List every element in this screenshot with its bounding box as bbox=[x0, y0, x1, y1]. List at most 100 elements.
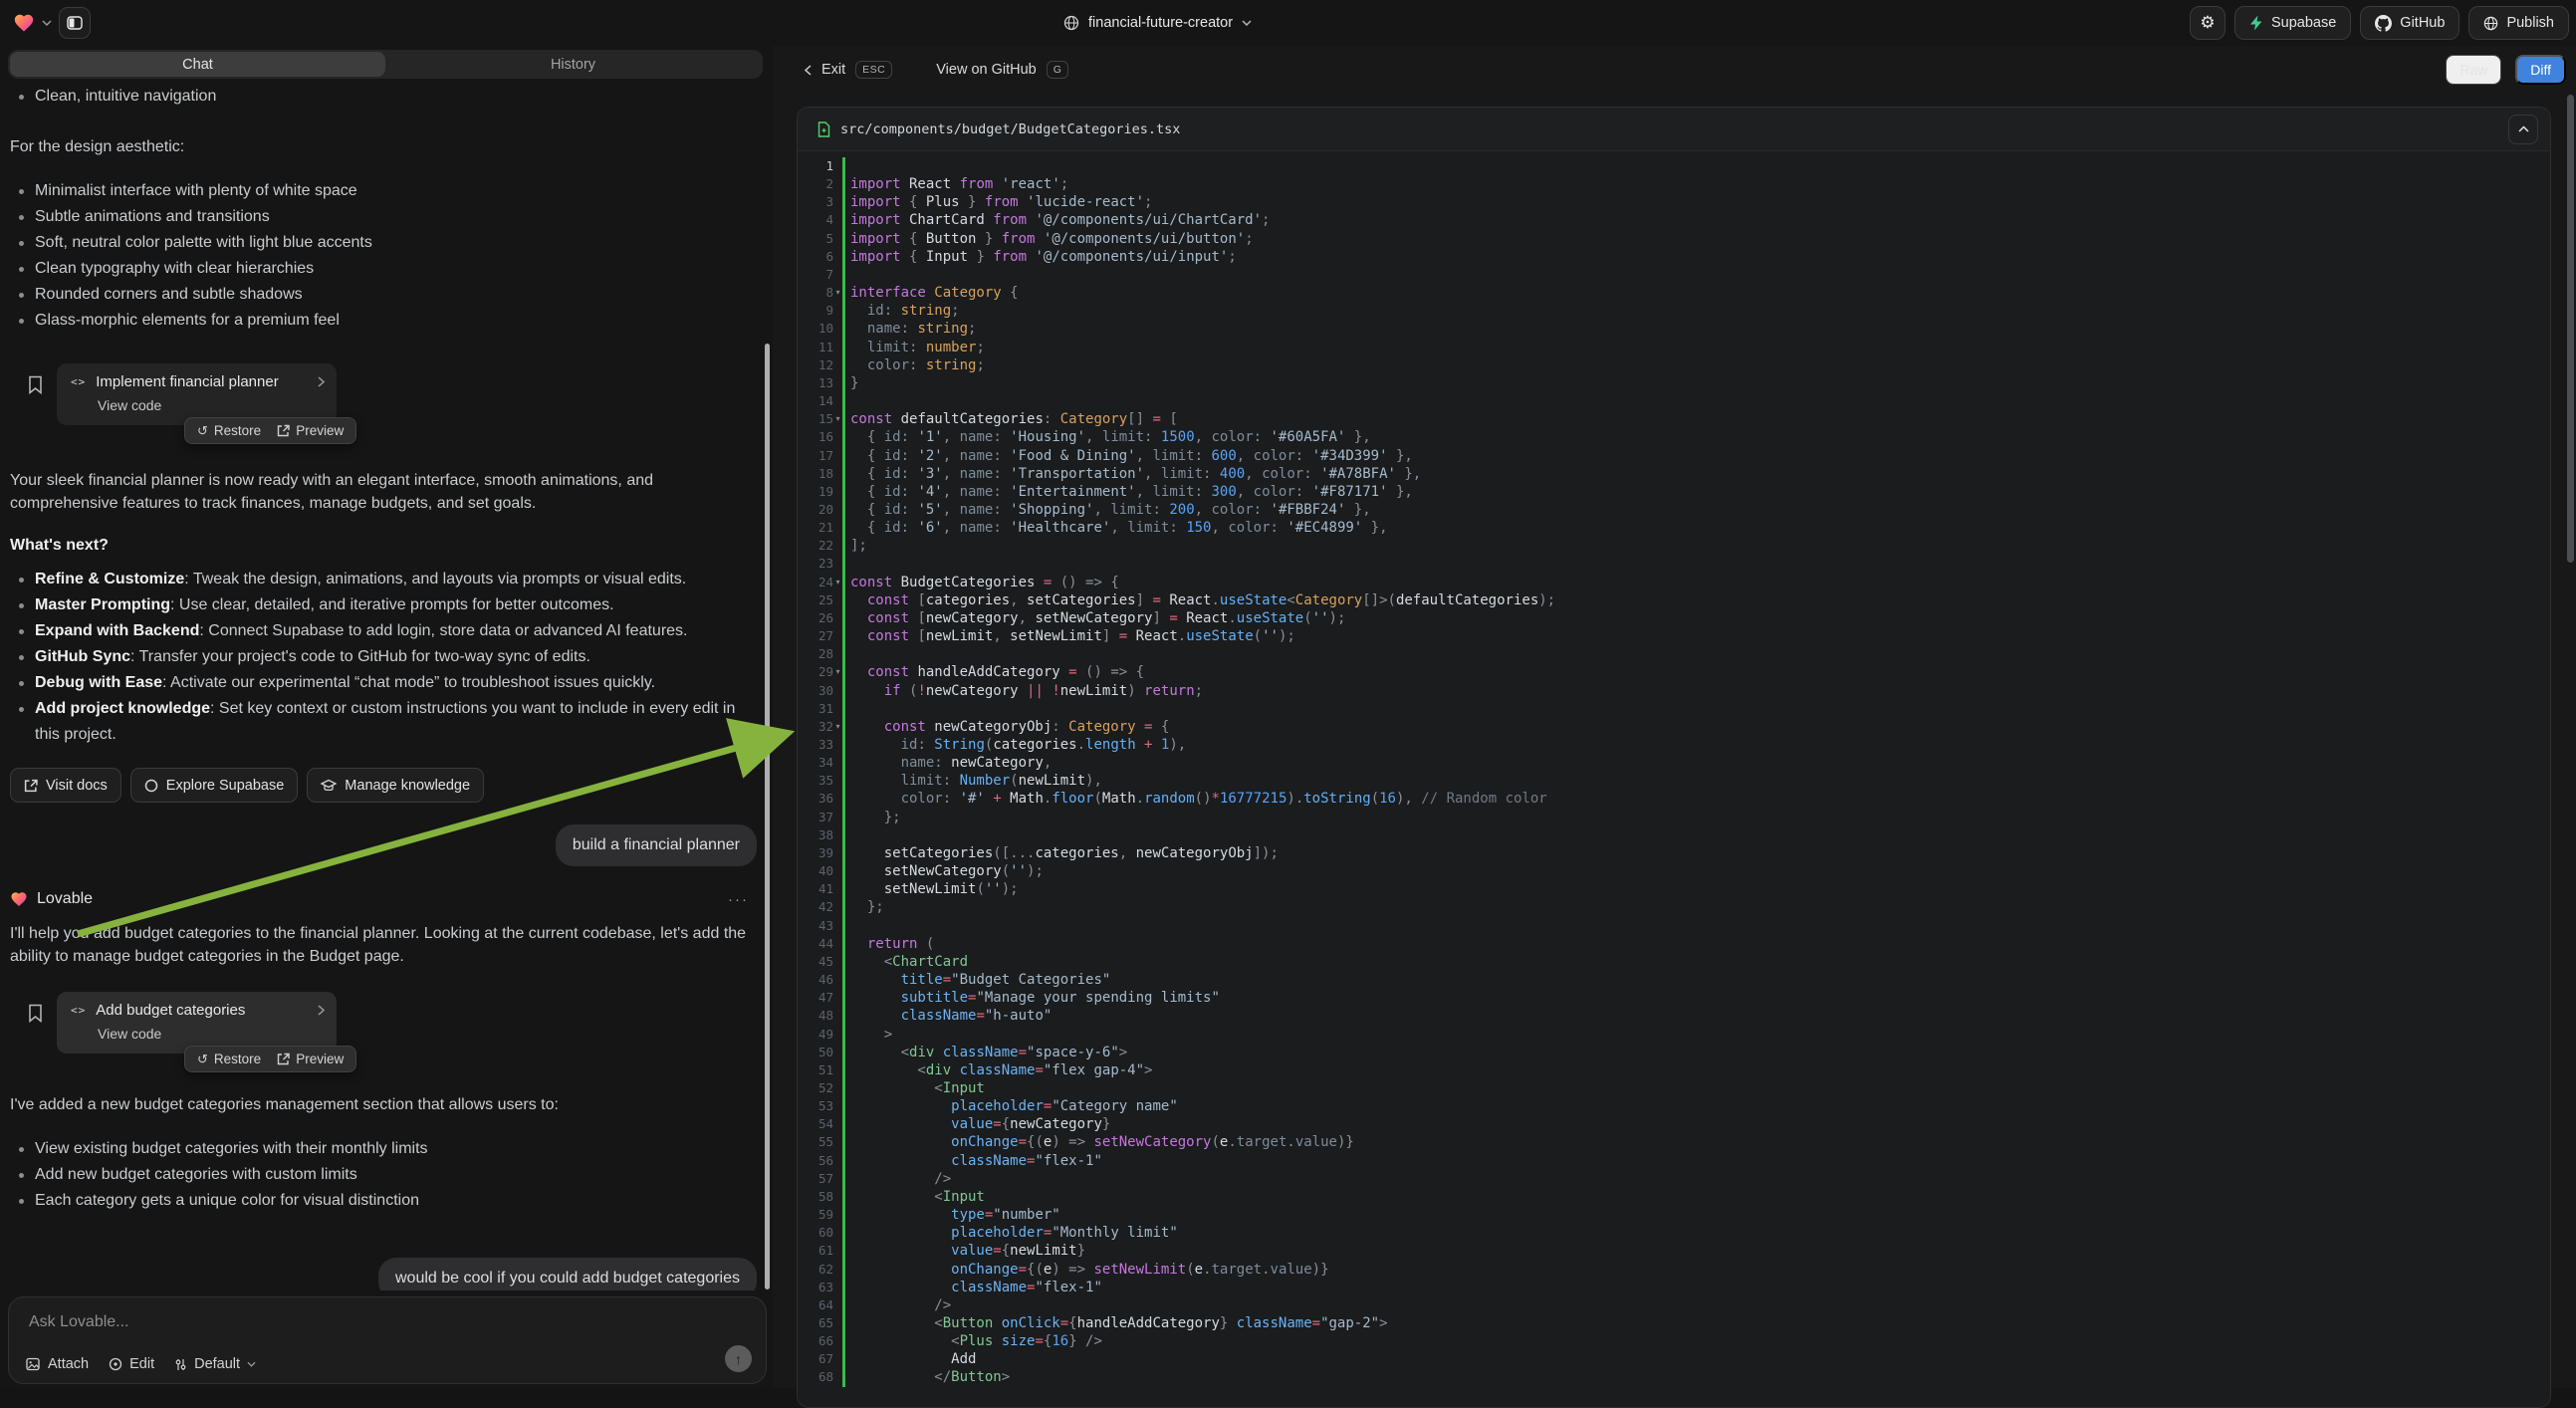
visit-docs-button[interactable]: Visit docs bbox=[10, 768, 121, 803]
chat-scrollbar-thumb[interactable] bbox=[765, 344, 770, 1290]
manage-knowledge-button[interactable]: Manage knowledge bbox=[307, 768, 484, 803]
code-line: 51 <div className="flex gap-4"> bbox=[798, 1061, 2550, 1079]
added-bullet-list: View existing budget categories with the… bbox=[10, 1136, 757, 1214]
code-line: 17 { id: '2', name: 'Food & Dining', lim… bbox=[798, 447, 2550, 465]
chevron-right-icon bbox=[318, 1005, 325, 1016]
code-line: 6import { Input } from '@/components/ui/… bbox=[798, 248, 2550, 266]
version-card-implement-financial-planner[interactable]: <> Implement financial planner View code… bbox=[57, 363, 337, 425]
restore-button[interactable]: ↺Restore bbox=[197, 423, 261, 439]
edit-button[interactable]: Edit bbox=[109, 1356, 154, 1372]
code-line: 27 const [newLimit, setNewLimit] = React… bbox=[798, 627, 2550, 645]
code-line: 21 { id: '6', name: 'Healthcare', limit:… bbox=[798, 519, 2550, 537]
list-item: Each category gets a unique color for vi… bbox=[10, 1188, 757, 1214]
preview-button[interactable]: Preview bbox=[277, 1052, 344, 1066]
chat-composer: Attach Edit Default ↑ bbox=[8, 1296, 767, 1384]
list-item: Add project knowledge: Set key context o… bbox=[10, 696, 757, 748]
explore-supabase-button[interactable]: Explore Supabase bbox=[130, 768, 299, 803]
logo-chevron-down-icon[interactable] bbox=[42, 20, 52, 26]
code-line: 68 </Button> bbox=[798, 1368, 2550, 1386]
code-brackets-icon: <> bbox=[71, 1004, 86, 1017]
chevron-right-icon bbox=[318, 376, 325, 387]
user-message-row: would be cool if you could add budget ca… bbox=[10, 1258, 757, 1291]
preview-button[interactable]: Preview bbox=[277, 423, 344, 438]
view-on-github-link[interactable]: View on GitHub bbox=[936, 62, 1036, 78]
code-line: 14 bbox=[798, 392, 2550, 410]
list-item: GitHub Sync: Transfer your project's cod… bbox=[10, 644, 757, 670]
more-menu-icon[interactable]: ··· bbox=[728, 891, 749, 908]
code-line: 44 return ( bbox=[798, 935, 2550, 953]
view-code-link[interactable]: View code bbox=[98, 1026, 325, 1042]
collapse-file-button[interactable] bbox=[2508, 115, 2538, 144]
ready-paragraph: Your sleek financial planner is now read… bbox=[10, 469, 757, 515]
code-line: 34 name: newCategory, bbox=[798, 754, 2550, 772]
user-message-row: build a financial planner bbox=[10, 824, 757, 866]
chat-scroll-area[interactable]: Clean, intuitive navigation For the desi… bbox=[10, 82, 757, 1291]
arrow-up-icon: ↑ bbox=[735, 1351, 742, 1367]
code-line: 7 bbox=[798, 266, 2550, 284]
esc-key-badge: ESC bbox=[855, 61, 892, 79]
chevron-up-icon bbox=[2518, 125, 2529, 132]
list-item: Debug with Ease: Activate our experiment… bbox=[10, 670, 757, 696]
bookmark-icon[interactable] bbox=[28, 1004, 43, 1023]
code-line: 4import ChartCard from '@/components/ui/… bbox=[798, 211, 2550, 229]
restore-icon: ↺ bbox=[197, 423, 208, 439]
list-item: Add new budget categories with custom li… bbox=[10, 1162, 757, 1188]
diff-toggle-button[interactable]: Diff bbox=[2515, 55, 2566, 85]
code-line: 65 <Button onClick={handleAddCategory} c… bbox=[798, 1314, 2550, 1332]
publish-globe-icon bbox=[2483, 16, 2498, 31]
list-item: Glass-morphic elements for a premium fee… bbox=[10, 308, 757, 334]
supabase-button[interactable]: Supabase bbox=[2234, 6, 2351, 40]
tab-chat[interactable]: Chat bbox=[10, 52, 385, 77]
code-line: 32▾ const newCategoryObj: Category = { bbox=[798, 718, 2550, 736]
toggle-sidebar-button[interactable] bbox=[59, 7, 91, 39]
code-line: 37 }; bbox=[798, 809, 2550, 826]
raw-toggle-button[interactable]: Raw bbox=[2446, 55, 2501, 85]
code-line: 49 > bbox=[798, 1026, 2550, 1044]
version-card-title: Add budget categories bbox=[96, 1002, 245, 1019]
code-line: 9 id: string; bbox=[798, 302, 2550, 320]
attach-button[interactable]: Attach bbox=[26, 1356, 89, 1372]
exit-button[interactable]: Exit bbox=[821, 62, 845, 78]
version-card-title: Implement financial planner bbox=[96, 373, 278, 390]
code-line: 12 color: string; bbox=[798, 356, 2550, 374]
tab-history[interactable]: History bbox=[385, 52, 761, 77]
view-code-link[interactable]: View code bbox=[98, 397, 325, 413]
chevron-down-icon bbox=[247, 1361, 256, 1367]
bookmark-icon[interactable] bbox=[28, 375, 43, 394]
help-paragraph: I'll help you add budget categories to t… bbox=[10, 922, 757, 968]
project-switcher[interactable]: financial-future-creator bbox=[1063, 0, 1252, 46]
ring-icon bbox=[144, 779, 158, 793]
assistant-header: Lovable ··· bbox=[10, 890, 757, 908]
sidebar-icon bbox=[67, 16, 83, 30]
version-card-add-budget-categories[interactable]: <> Add budget categories View code ↺Rest… bbox=[57, 992, 337, 1054]
code-line: 13} bbox=[798, 374, 2550, 392]
list-item: Soft, neutral color palette with light b… bbox=[10, 230, 757, 256]
chat-input[interactable] bbox=[29, 1313, 746, 1331]
github-icon bbox=[2375, 15, 2392, 32]
added-file-icon bbox=[818, 121, 830, 137]
github-button[interactable]: GitHub bbox=[2360, 6, 2459, 40]
chat-panel: Chat History Clean, intuitive navigation… bbox=[0, 46, 773, 1388]
mode-selector[interactable]: Default bbox=[174, 1356, 256, 1372]
code-line: 45 <ChartCard bbox=[798, 953, 2550, 971]
supabase-bolt-icon bbox=[2249, 15, 2263, 31]
code-line: 46 title="Budget Categories" bbox=[798, 971, 2550, 989]
list-item: Master Prompting: Use clear, detailed, a… bbox=[10, 592, 757, 618]
file-header[interactable]: src/components/budget/BudgetCategories.t… bbox=[798, 108, 2550, 151]
publish-button[interactable]: Publish bbox=[2468, 6, 2569, 40]
code-line: 43 bbox=[798, 917, 2550, 935]
settings-button[interactable]: ⚙ bbox=[2190, 6, 2225, 40]
lovable-logo-icon[interactable] bbox=[13, 12, 35, 34]
window-scrollbar-thumb[interactable] bbox=[2567, 95, 2574, 563]
version-card-toolbar: ↺Restore Preview bbox=[184, 1046, 356, 1072]
code-toolbar: Exit ESC View on GitHub G Raw Diff bbox=[773, 46, 2576, 94]
restore-button[interactable]: ↺Restore bbox=[197, 1052, 261, 1067]
doc-button-row: Visit docs Explore Supabase Manage knowl… bbox=[10, 768, 757, 803]
code-line: 63 className="flex-1" bbox=[798, 1279, 2550, 1296]
code-viewer[interactable]: 1 2import React from 'react';3import { P… bbox=[798, 151, 2550, 1407]
code-line: 20 { id: '5', name: 'Shopping', limit: 2… bbox=[798, 501, 2550, 519]
send-button[interactable]: ↑ bbox=[725, 1345, 752, 1372]
added-intro: I've added a new budget categories manag… bbox=[10, 1093, 757, 1116]
code-line: 54 value={newCategory} bbox=[798, 1115, 2550, 1133]
image-icon bbox=[26, 1357, 41, 1371]
